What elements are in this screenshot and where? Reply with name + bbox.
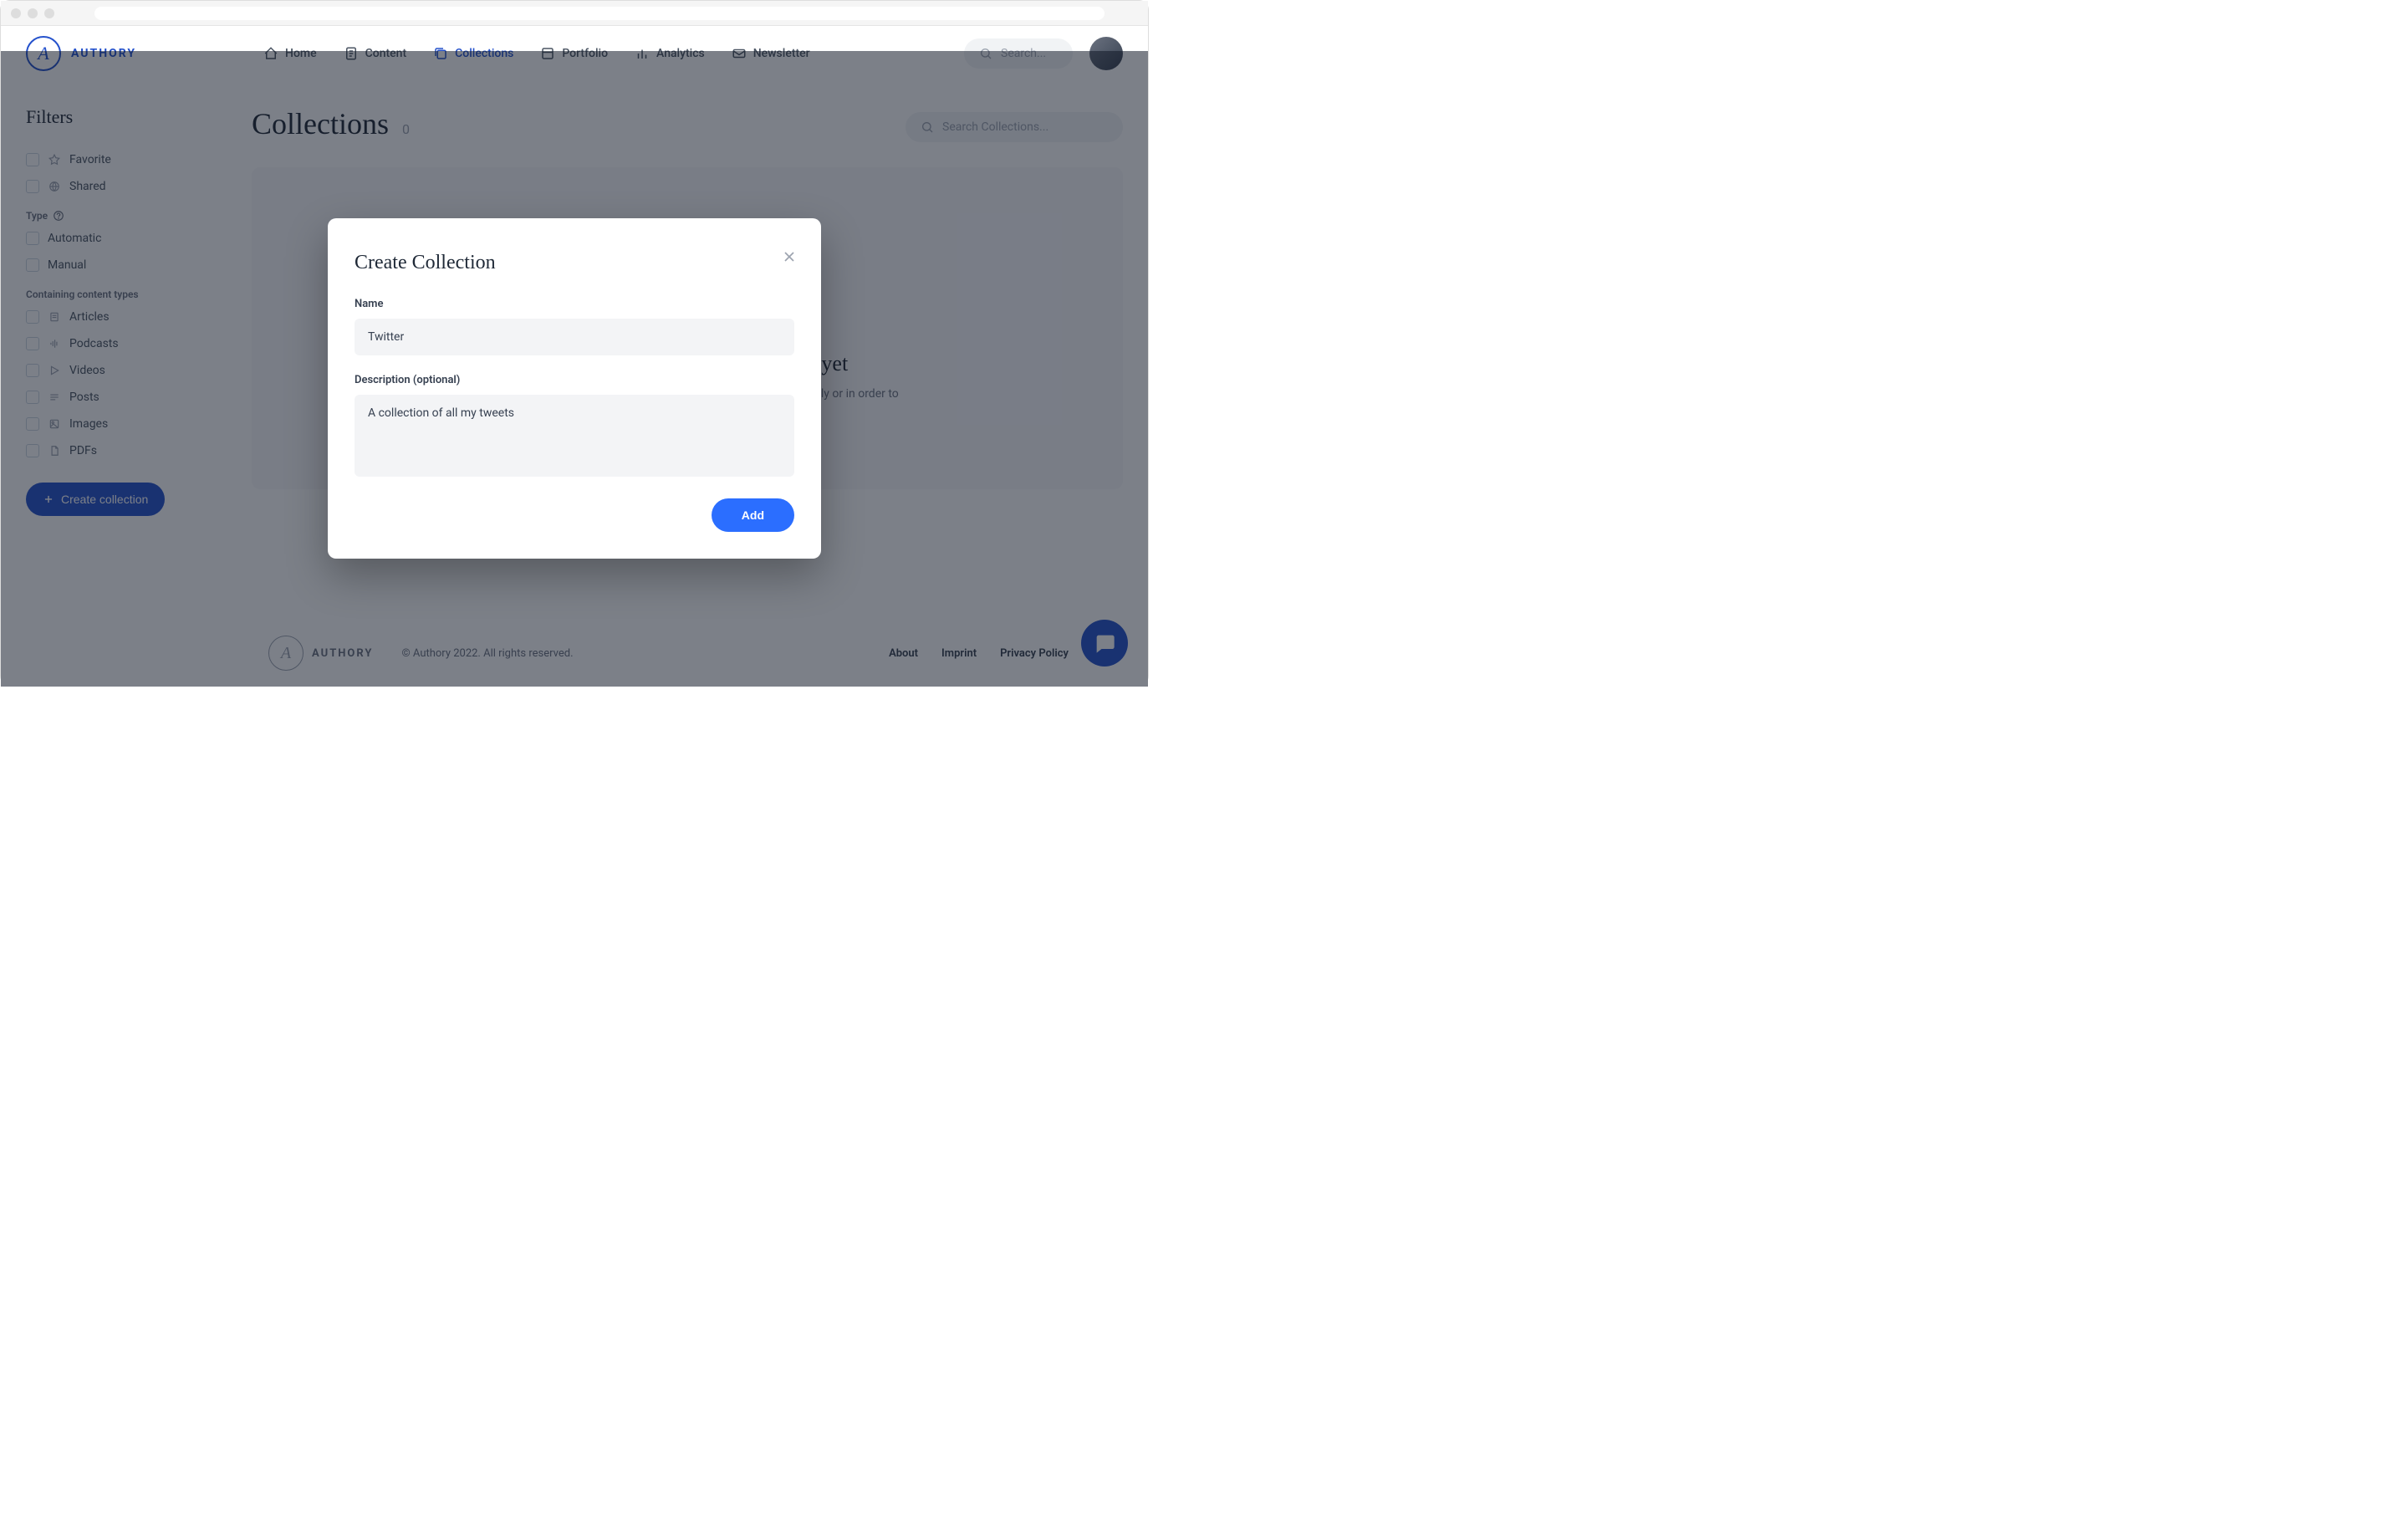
modal-overlay[interactable]: Create Collection Name Description (opti… xyxy=(1,51,1148,687)
description-label: Description (optional) xyxy=(355,374,794,386)
url-bar[interactable] xyxy=(94,7,1105,20)
description-field-group: Description (optional) xyxy=(355,374,794,480)
browser-chrome xyxy=(1,1,1148,26)
close-button[interactable] xyxy=(781,248,798,265)
traffic-light-zoom[interactable] xyxy=(44,8,54,18)
modal-title: Create Collection xyxy=(355,252,794,274)
description-input[interactable] xyxy=(355,395,794,477)
modal-footer: Add xyxy=(355,498,794,532)
create-collection-modal: Create Collection Name Description (opti… xyxy=(328,218,821,559)
name-label: Name xyxy=(355,298,794,310)
traffic-light-minimize[interactable] xyxy=(28,8,38,18)
add-button[interactable]: Add xyxy=(712,498,794,532)
app: A AUTHORY Home Content Collections Po xyxy=(1,26,1148,687)
traffic-light-close[interactable] xyxy=(11,8,21,18)
close-icon xyxy=(781,248,798,265)
name-field-group: Name xyxy=(355,298,794,355)
name-input[interactable] xyxy=(355,319,794,355)
